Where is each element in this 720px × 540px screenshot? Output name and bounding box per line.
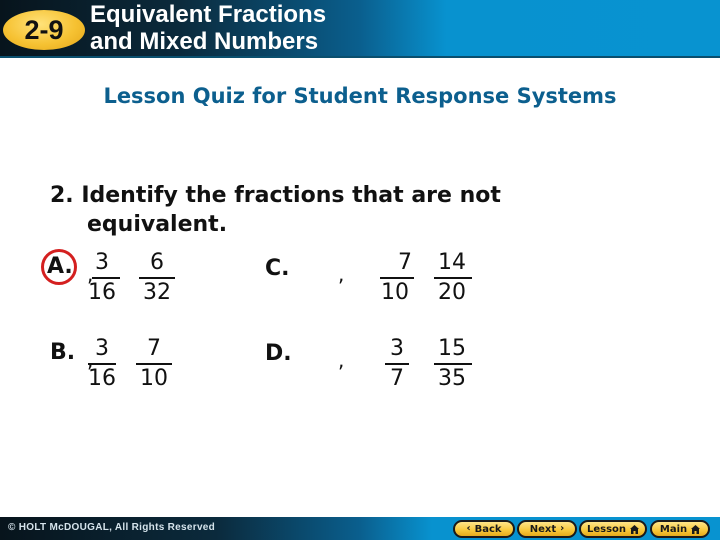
choice-d-fraction-1: 3 7 (375, 337, 419, 391)
numerator: 6 (150, 250, 164, 275)
quiz-subtitle: Lesson Quiz for Student Response Systems (103, 84, 617, 108)
lesson-title: Equivalent Fractions and Mixed Numbers (90, 1, 326, 55)
choice-a-fraction-2: 6 32 (135, 251, 179, 305)
home-icon (630, 524, 640, 534)
choice-c-label[interactable]: C. (265, 256, 290, 281)
copyright-text: © HOLT McDOUGAL, All Rights Reserved (8, 522, 216, 533)
numerator: 15 (438, 336, 466, 361)
question-line1: 2. Identify the fractions that are not (50, 183, 501, 208)
choice-c-fraction-2: 14 20 (430, 251, 474, 305)
numerator: 3 (95, 250, 109, 275)
next-button-label: Next (529, 523, 557, 535)
chevron-right-icon: › (560, 523, 565, 534)
lesson-button-label: Lesson (586, 523, 627, 535)
home-icon (691, 524, 701, 534)
lesson-title-line1: Equivalent Fractions (90, 1, 327, 28)
choice-b-fraction-1: 3 16 (80, 337, 124, 391)
denominator: 32 (143, 280, 171, 305)
fraction-bar (88, 363, 116, 365)
back-button[interactable]: ‹ Back (453, 520, 515, 538)
choice-a-label[interactable]: A. (47, 254, 73, 279)
main-button-label: Main (659, 523, 688, 535)
choice-a-fraction-1: 3 16 (80, 251, 124, 305)
fraction-bar (434, 277, 472, 279)
denominator: 7 (390, 366, 404, 391)
header-banner: 2-9 Equivalent Fractions and Mixed Numbe… (0, 0, 720, 58)
denominator: 20 (438, 280, 466, 305)
lesson-button[interactable]: Lesson (579, 520, 647, 538)
denominator: 35 (438, 366, 466, 391)
numerator: 3 (95, 336, 109, 361)
numerator: 7 (147, 336, 161, 361)
fraction-bar (136, 363, 172, 365)
numerator: 3 (390, 336, 404, 361)
question-text: 2. Identify the fractions that are not e… (50, 181, 501, 239)
choice-c-fraction-1: 7 10 (378, 251, 422, 305)
lesson-title-line2: and Mixed Numbers (90, 28, 319, 55)
fraction-bar (385, 363, 409, 365)
lesson-number-badge: 2-9 (3, 10, 85, 50)
numerator: 7 (398, 250, 412, 275)
footer-bar: © HOLT McDOUGAL, All Rights Reserved ‹ B… (0, 517, 720, 540)
denominator: 16 (88, 366, 116, 391)
question-line2: equivalent. (87, 212, 228, 237)
choice-b-label[interactable]: B. (50, 340, 75, 365)
choice-c-separator: , (338, 262, 345, 286)
choice-b-fraction-2: 7 10 (132, 337, 176, 391)
denominator: 16 (88, 280, 116, 305)
chevron-left-icon: ‹ (466, 523, 471, 534)
fraction-bar (92, 277, 120, 279)
next-button[interactable]: Next › (517, 520, 577, 538)
fraction-bar (434, 363, 472, 365)
main-button[interactable]: Main (650, 520, 710, 538)
denominator: 10 (381, 280, 409, 305)
lesson-number: 2-9 (24, 14, 64, 45)
fraction-bar (139, 277, 175, 279)
choice-d-fraction-2: 15 35 (430, 337, 474, 391)
back-button-label: Back (474, 523, 502, 535)
choice-d-separator: , (338, 348, 345, 372)
numerator: 14 (438, 250, 466, 275)
denominator: 10 (140, 366, 168, 391)
choice-d-label[interactable]: D. (265, 341, 292, 366)
fraction-bar (380, 277, 414, 279)
